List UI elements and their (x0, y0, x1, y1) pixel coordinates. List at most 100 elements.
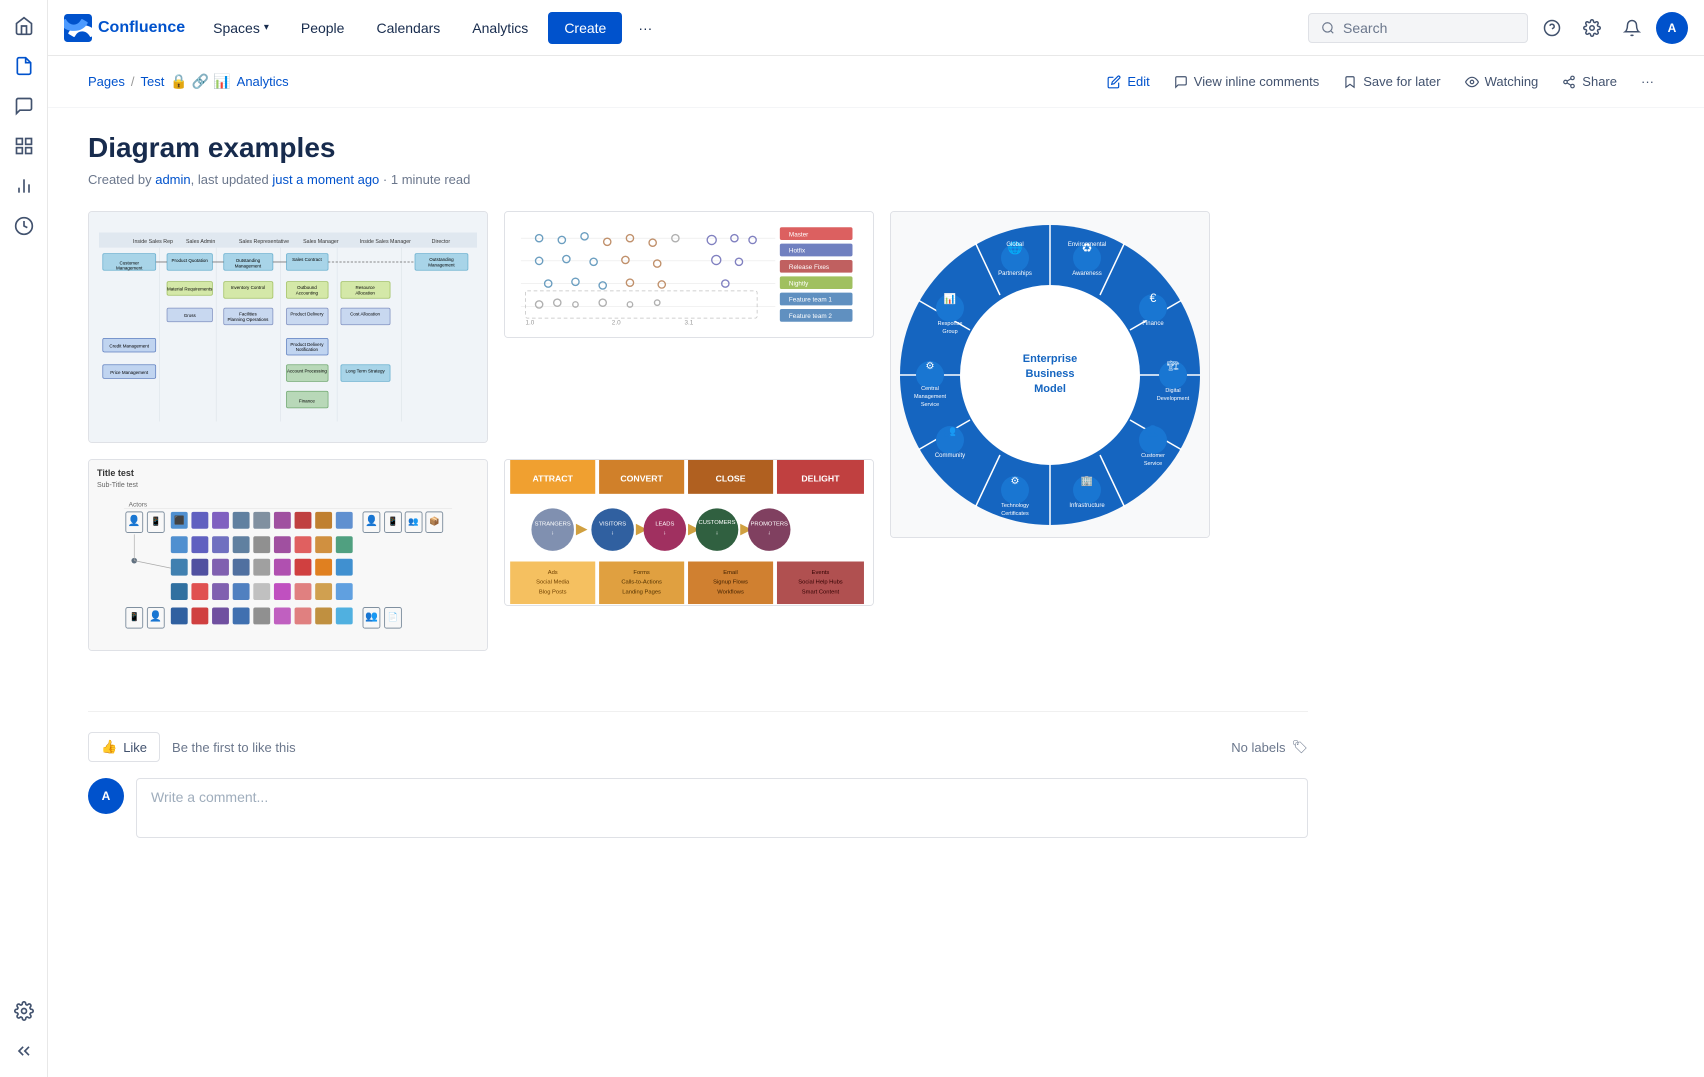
people-nav[interactable]: People (289, 12, 357, 44)
more-actions-button[interactable]: ··· (1631, 68, 1664, 95)
svg-text:Account Processing: Account Processing (287, 368, 327, 373)
svg-text:PROMOTERS: PROMOTERS (751, 522, 788, 528)
svg-text:Feature team 1: Feature team 1 (789, 297, 832, 304)
flowchart-svg: Inside Sales Rep Sales Admin Sales Repre… (99, 222, 477, 432)
share-button[interactable]: Share (1552, 68, 1627, 95)
svg-text:Central: Central (921, 386, 939, 392)
svg-text:Calls-to-Actions: Calls-to-Actions (621, 580, 662, 586)
sidebar-collapse-icon[interactable] (6, 1033, 42, 1069)
svg-text:⚙: ⚙ (926, 361, 935, 372)
help-button[interactable] (1536, 12, 1568, 44)
create-button[interactable]: Create (548, 12, 622, 44)
sidebar-page-icon[interactable] (6, 48, 42, 84)
sidebar-settings-icon[interactable] (6, 993, 42, 1029)
svg-text:Sales Manager: Sales Manager (303, 239, 339, 245)
page-toolbar: Pages / Test 🔒 🔗 📊 Analytics Edit View i… (48, 56, 1704, 108)
svg-text:👥: 👥 (408, 516, 419, 526)
notifications-button[interactable] (1616, 12, 1648, 44)
breadcrumb-test[interactable]: Test (141, 74, 165, 89)
breadcrumb-analytics[interactable]: Analytics (237, 74, 289, 89)
search-placeholder: Search (1343, 20, 1387, 36)
breadcrumb: Pages / Test 🔒 🔗 📊 Analytics (88, 73, 289, 90)
svg-text:Finance: Finance (1142, 321, 1164, 327)
svg-text:Outstanding: Outstanding (236, 258, 261, 263)
svg-text:Partnerships: Partnerships (998, 271, 1032, 277)
sidebar-grid-icon[interactable] (6, 128, 42, 164)
svg-text:Model: Model (1034, 383, 1066, 395)
svg-text:Credit Management: Credit Management (109, 343, 149, 348)
svg-text:📊: 📊 (944, 292, 956, 305)
svg-text:Cost Allocation: Cost Allocation (350, 312, 380, 317)
search-box[interactable]: Search (1308, 13, 1528, 43)
diagram-funnel[interactable]: ATTRACT CONVERT CLOSE DELIGHT STRANGERS (504, 459, 874, 606)
svg-text:CONVERT: CONVERT (620, 473, 663, 483)
edit-button[interactable]: Edit (1097, 68, 1159, 95)
svg-text:Global: Global (1006, 242, 1023, 248)
save-for-later-button[interactable]: Save for later (1333, 68, 1450, 95)
bookmark-icon (1343, 75, 1357, 89)
comment-input[interactable]: Write a comment... (136, 778, 1308, 838)
view-inline-comments-button[interactable]: View inline comments (1164, 68, 1329, 95)
svg-text:Master: Master (789, 231, 808, 238)
svg-text:Forms: Forms (633, 570, 650, 576)
svg-text:👤: 👤 (149, 610, 162, 623)
svg-text:Digital: Digital (1165, 388, 1180, 394)
svg-text:📄: 📄 (388, 612, 399, 622)
left-sidebar (0, 0, 48, 1077)
edit-icon (1107, 75, 1121, 89)
svg-text:Feature team 2: Feature team 2 (789, 313, 832, 320)
svg-text:Customer: Customer (1141, 453, 1165, 459)
svg-text:Facilities: Facilities (239, 312, 257, 317)
thumbs-up-icon: 👍 (101, 739, 117, 755)
comment-section: A Write a comment... (88, 778, 1308, 838)
svg-text:€: € (1150, 291, 1157, 305)
sidebar-chart-icon[interactable] (6, 168, 42, 204)
svg-text:Allocation: Allocation (355, 290, 375, 295)
timeline-svg: 1.0 2.0 3.1 (513, 220, 865, 329)
breadcrumb-chart-icon: 📊 (213, 73, 230, 90)
breadcrumb-pages[interactable]: Pages (88, 74, 125, 89)
diagram-network[interactable]: Title test Sub-Title test Actors 👤 📱 (88, 459, 488, 651)
svg-text:Long Term Strategy: Long Term Strategy (345, 368, 385, 373)
sidebar-recent-icon[interactable] (6, 208, 42, 244)
settings-button[interactable] (1576, 12, 1608, 44)
diagram-flowchart[interactable]: Inside Sales Rep Sales Admin Sales Repre… (88, 211, 488, 443)
svg-text:Management: Management (235, 263, 262, 268)
svg-text:VISITORS: VISITORS (599, 522, 626, 528)
calendars-nav[interactable]: Calendars (364, 12, 452, 44)
svg-text:📱: 📱 (151, 516, 162, 526)
svg-text:Product Delivery: Product Delivery (290, 312, 324, 317)
breadcrumb-icons: 🔒 🔗 📊 (170, 73, 230, 90)
user-avatar[interactable]: A (1656, 12, 1688, 44)
svg-text:↓: ↓ (663, 530, 666, 536)
svg-text:Social Help Hubs: Social Help Hubs (798, 580, 843, 586)
spaces-nav[interactable]: Spaces ▾ (201, 12, 281, 44)
diagram-enterprise[interactable]: Enterprise Business Model (890, 211, 1210, 538)
updated-time-link[interactable]: just a moment ago (272, 172, 379, 187)
svg-text:2.0: 2.0 (612, 319, 621, 326)
confluence-logo[interactable]: Confluence (64, 14, 185, 42)
analytics-nav[interactable]: Analytics (460, 12, 540, 44)
svg-text:Inventory Control: Inventory Control (231, 285, 265, 290)
svg-text:STRANGERS: STRANGERS (535, 522, 571, 528)
svg-text:Ads: Ads (548, 570, 558, 576)
author-link[interactable]: admin (155, 172, 190, 187)
more-nav-button[interactable]: ··· (630, 12, 660, 44)
sidebar-comment-icon[interactable] (6, 88, 42, 124)
svg-text:Group: Group (942, 329, 957, 335)
watching-button[interactable]: Watching (1455, 68, 1549, 95)
svg-text:👥: 👥 (365, 612, 378, 623)
svg-text:Product Quotation: Product Quotation (172, 258, 209, 263)
comment-placeholder: Write a comment... (151, 789, 268, 805)
sidebar-home-icon[interactable] (6, 8, 42, 44)
svg-text:📦: 📦 (429, 516, 440, 526)
like-button[interactable]: 👍 Like (88, 732, 160, 762)
svg-text:Accounting: Accounting (296, 290, 319, 295)
breadcrumb-sep1: / (131, 74, 135, 89)
svg-text:Community: Community (935, 453, 965, 459)
diagram-timeline[interactable]: 1.0 2.0 3.1 (504, 211, 874, 338)
svg-text:Director: Director (432, 239, 451, 245)
svg-text:ATTRACT: ATTRACT (533, 473, 574, 483)
funnel-svg: ATTRACT CONVERT CLOSE DELIGHT STRANGERS (505, 460, 873, 605)
svg-text:↓: ↓ (551, 530, 554, 536)
